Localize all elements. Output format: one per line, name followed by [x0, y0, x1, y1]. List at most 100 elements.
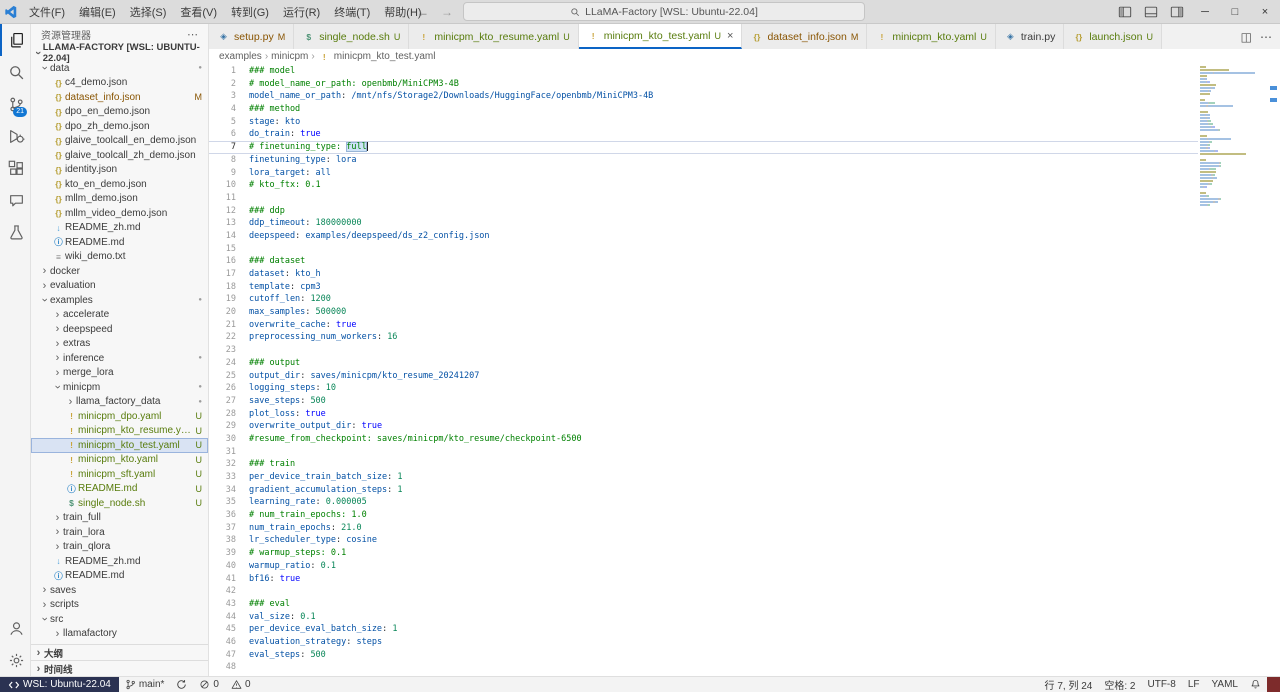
menu-item[interactable]: 查看(V): [173, 0, 224, 23]
settings-gear-icon[interactable]: [0, 644, 30, 676]
back-button[interactable]: ←: [415, 5, 431, 19]
tree-folder-item[interactable]: › train_full: [31, 511, 208, 526]
git-branch[interactable]: main*: [119, 677, 171, 692]
tree-file-item[interactable]: {} dataset_info.json M: [31, 90, 208, 105]
tree-file-item[interactable]: $ single_node.sh U: [31, 496, 208, 511]
tree-file-item[interactable]: {} glaive_toolcall_en_demo.json: [31, 134, 208, 149]
tree-file-item[interactable]: ↓ README_zh.md: [31, 221, 208, 236]
notifications[interactable]: [1244, 677, 1267, 692]
tree-folder-item[interactable]: › llamafactory: [31, 627, 208, 642]
problems-errors[interactable]: 0: [193, 677, 225, 692]
more-actions-icon[interactable]: ⋯: [1260, 30, 1272, 44]
tree-file-item[interactable]: {} kto_en_demo.json: [31, 177, 208, 192]
code-text[interactable]: [249, 661, 1198, 674]
source-control-icon[interactable]: 21: [0, 88, 30, 120]
tree-folder-item[interactable]: › evaluation: [31, 279, 208, 294]
code-text[interactable]: ### output: [249, 357, 1198, 370]
code-text[interactable]: output_dir: saves/minicpm/kto_resume_202…: [249, 370, 1198, 383]
menu-item[interactable]: 文件(F): [22, 0, 72, 23]
code-text[interactable]: overwrite_cache: true: [249, 319, 1198, 332]
tree-file-item[interactable]: {} mllm_demo.json: [31, 192, 208, 207]
tree-folder-item[interactable]: › inference ●: [31, 351, 208, 366]
tree-file-item[interactable]: ! minicpm_kto_resume.yaml U: [31, 424, 208, 439]
code-text[interactable]: plot_loss: true: [249, 408, 1198, 421]
encoding[interactable]: UTF-8: [1141, 677, 1181, 692]
tree-folder-item[interactable]: › train_lora: [31, 525, 208, 540]
code-text[interactable]: ### model: [249, 65, 1198, 78]
tree-folder-item[interactable]: › docker: [31, 264, 208, 279]
sidebar-panel-header[interactable]: › 大纲: [31, 644, 208, 660]
code-text[interactable]: do_train: true: [249, 128, 1198, 141]
customize-layout-icon[interactable]: [1164, 0, 1190, 23]
code-text[interactable]: ### train: [249, 458, 1198, 471]
code-text[interactable]: template: cpm3: [249, 281, 1198, 294]
code-text[interactable]: num_train_epochs: 21.0: [249, 522, 1198, 535]
menu-item[interactable]: 运行(R): [276, 0, 327, 23]
chat-icon[interactable]: [0, 184, 30, 216]
tab[interactable]: $ single_node.sh U: [294, 24, 410, 49]
code-text[interactable]: preprocessing_num_workers: 16: [249, 331, 1198, 344]
code-text[interactable]: overwrite_output_dir: true: [249, 420, 1198, 433]
tree-file-item[interactable]: {} dpo_zh_demo.json: [31, 119, 208, 134]
tree-folder-item[interactable]: › data ●: [31, 61, 208, 76]
code-text[interactable]: [249, 585, 1198, 598]
code-text[interactable]: deepspeed: examples/deepspeed/ds_z2_conf…: [249, 230, 1198, 243]
code-text[interactable]: # warmup_steps: 0.1: [249, 547, 1198, 560]
menu-item[interactable]: 转到(G): [224, 0, 276, 23]
code-text[interactable]: [249, 446, 1198, 459]
indentation[interactable]: 空格: 2: [1098, 677, 1141, 692]
code-text[interactable]: ### eval: [249, 598, 1198, 611]
code-editor[interactable]: 1 ### model 2 # model_name_or_path: openbmb…: [209, 64, 1198, 676]
code-text[interactable]: [249, 243, 1198, 256]
minimap[interactable]: [1198, 64, 1268, 676]
code-text[interactable]: model_name_or_path: /mnt/nfs/Storage2/Do…: [249, 90, 1198, 103]
code-text[interactable]: ### method: [249, 103, 1198, 116]
problems-warnings[interactable]: 0: [225, 677, 257, 692]
tree-folder-item[interactable]: › extras: [31, 337, 208, 352]
tab[interactable]: ! minicpm_kto.yaml U: [867, 24, 996, 49]
tree-file-item[interactable]: ↓ README_zh.md: [31, 554, 208, 569]
run-debug-icon[interactable]: [0, 120, 30, 152]
explorer-icon[interactable]: [0, 24, 30, 56]
tree-file-item[interactable]: {} identity.json: [31, 163, 208, 178]
tree-file-item[interactable]: ⓘ README.md: [31, 235, 208, 250]
account-icon[interactable]: [0, 612, 30, 644]
code-text[interactable]: lora_target: all: [249, 167, 1198, 180]
code-text[interactable]: val_size: 0.1: [249, 611, 1198, 624]
tree-file-item[interactable]: ! minicpm_kto.yaml U: [31, 453, 208, 468]
sidebar-panel-header[interactable]: › 时间线: [31, 660, 208, 676]
breadcrumb-item[interactable]: minicpm: [271, 51, 308, 62]
tree-folder-item[interactable]: › train_qlora: [31, 540, 208, 555]
code-text[interactable]: finetuning_type: lora: [249, 154, 1198, 167]
code-text[interactable]: learning_rate: 0.000005: [249, 496, 1198, 509]
code-text[interactable]: [249, 344, 1198, 357]
code-text[interactable]: logging_steps: 10: [249, 382, 1198, 395]
code-text[interactable]: lr_scheduler_type: cosine: [249, 534, 1198, 547]
code-text[interactable]: evaluation_strategy: steps: [249, 636, 1198, 649]
code-text[interactable]: [249, 192, 1198, 205]
code-text[interactable]: # model_name_or_path: openbmb/MiniCPM3-4…: [249, 78, 1198, 91]
tree-folder-item[interactable]: › saves: [31, 583, 208, 598]
breadcrumb-item[interactable]: ! minicpm_kto_test.yaml: [318, 51, 436, 62]
split-editor-icon[interactable]: ◫: [1241, 30, 1252, 44]
code-text[interactable]: stage: kto: [249, 116, 1198, 129]
tree-folder-item[interactable]: › src: [31, 612, 208, 627]
forward-button[interactable]: →: [439, 5, 455, 19]
tree-folder-item[interactable]: › minicpm ●: [31, 380, 208, 395]
tree-file-item[interactable]: ! minicpm_kto_test.yaml U: [31, 438, 208, 453]
code-text[interactable]: dataset: kto_h: [249, 268, 1198, 281]
code-text[interactable]: save_steps: 500: [249, 395, 1198, 408]
menu-item[interactable]: 终端(T): [327, 0, 377, 23]
tree-folder-item[interactable]: › merge_lora: [31, 366, 208, 381]
remote-indicator[interactable]: WSL: Ubuntu-22.04: [0, 677, 119, 692]
tree-folder-item[interactable]: › llama_factory_data ●: [31, 395, 208, 410]
menu-item[interactable]: 编辑(E): [72, 0, 123, 23]
close-button[interactable]: ×: [1250, 0, 1280, 23]
explorer-more-actions-icon[interactable]: ⋯: [187, 28, 198, 41]
tab[interactable]: ◈ setup.py M: [209, 24, 295, 49]
tree-file-item[interactable]: ! minicpm_sft.yaml U: [31, 467, 208, 482]
tree-file-item[interactable]: ⓘ README.md: [31, 569, 208, 584]
code-text[interactable]: # num_train_epochs: 1.0: [249, 509, 1198, 522]
code-text[interactable]: eval_steps: 500: [249, 649, 1198, 662]
command-center[interactable]: LLaMA-Factory [WSL: Ubuntu-22.04]: [463, 2, 865, 21]
